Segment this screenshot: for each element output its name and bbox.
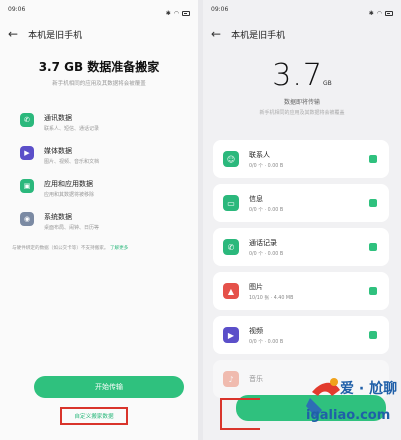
- wifi-icon: ◠: [173, 9, 179, 17]
- data-card-call-log[interactable]: ✆ 通话记录 0/0 个 · 0.00 B: [213, 228, 389, 266]
- back-arrow-icon[interactable]: ←: [8, 28, 18, 40]
- watermark-title: 爱 · 尬聊: [340, 381, 398, 397]
- checkbox[interactable]: [369, 287, 377, 295]
- card-info: 0/0 个 · 0.00 B: [249, 163, 284, 169]
- custom-transfer-link[interactable]: 自定义搬家数据: [74, 412, 113, 420]
- category-list: ✆ 通讯数据 联系人、短信、通话记录 ▶ 媒体数据 图片、视频、音乐和文档 ▣ …: [0, 113, 198, 231]
- card-info: 0/0 个 · 0.00 B: [249, 339, 284, 345]
- status-bar: 09:06 ✱ ◠: [203, 0, 401, 20]
- battery-icon: [182, 10, 190, 16]
- page-title: 本机是旧手机: [28, 30, 83, 41]
- checkbox[interactable]: [369, 155, 377, 163]
- status-bar: 09:06 ✱ ◠: [0, 0, 198, 20]
- checkbox[interactable]: [369, 243, 377, 251]
- highlight-box: [220, 398, 260, 430]
- total-size-number: 3.7: [272, 58, 323, 93]
- battery-icon: [385, 10, 393, 16]
- category-name: 媒体数据: [44, 147, 72, 155]
- status-icons: ✱ ◠: [166, 6, 190, 20]
- start-transfer-button[interactable]: 开始传输: [34, 376, 184, 398]
- phone-icon: ✆: [20, 113, 34, 127]
- category-name: 系统数据: [44, 213, 72, 221]
- app-icon: ▣: [20, 179, 34, 193]
- category-desc: 桌面布局、闹钟、日历等: [44, 225, 100, 231]
- category-desc: 图片、视频、音乐和文档: [44, 159, 100, 165]
- bluetooth-icon: ✱: [165, 9, 171, 17]
- contact-icon: ☺: [223, 151, 239, 167]
- page-header: ← 本机是旧手机: [203, 20, 401, 48]
- highlight-box: 自定义搬家数据: [60, 407, 128, 425]
- card-name: 联系人: [249, 150, 270, 159]
- checkbox[interactable]: [369, 331, 377, 339]
- card-info: 0/0 个 · 0.00 B: [249, 251, 284, 257]
- transfer-size-title: 3.7 GB 数据准备搬家: [38, 60, 160, 74]
- category-name: 应用和应用数据: [44, 180, 93, 188]
- wifi-icon: ◠: [376, 9, 382, 17]
- data-card-contacts[interactable]: ☺ 联系人 0/0 个 · 0.00 B: [213, 140, 389, 178]
- category-item-media: ▶ 媒体数据 图片、视频、音乐和文档: [20, 146, 198, 165]
- data-card-photos[interactable]: ▲ 图片 10/10 张 · 4.40 MB: [213, 272, 389, 310]
- card-info: 0/0 个 · 0.00 B: [249, 207, 284, 213]
- card-name: 音乐: [249, 375, 263, 383]
- category-name: 通讯数据: [44, 114, 72, 122]
- card-name: 信息: [249, 194, 263, 203]
- music-icon: ♪: [223, 371, 239, 387]
- message-icon: ▭: [223, 195, 239, 211]
- bluetooth-icon: ✱: [368, 9, 374, 17]
- transfer-status: 数据即将传输: [283, 99, 320, 106]
- card-info: 10/10 张 · 4.40 MB: [249, 295, 294, 301]
- photo-icon: ▲: [223, 283, 239, 299]
- card-name: 视频: [249, 326, 263, 335]
- site-watermark: 爱 · 尬聊 igaliao.com: [300, 370, 400, 434]
- hardware-note: 与硬件绑定的数据（如公交卡等）不支持搬家。 了解更多: [0, 245, 198, 251]
- category-item-communication: ✆ 通讯数据 联系人、短信、通话记录: [20, 113, 198, 132]
- old-phone-summary-screen: 09:06 ✱ ◠ ← 本机是旧手机 3.7 GB 数据准备搬家 新手机相同的应…: [0, 0, 198, 440]
- phone-icon: ✆: [223, 239, 239, 255]
- size-unit: GB: [322, 80, 332, 87]
- page-title: 本机是旧手机: [231, 30, 286, 41]
- system-icon: ◉: [20, 212, 34, 226]
- learn-more-link[interactable]: 了解更多: [110, 246, 128, 251]
- play-icon: ▶: [223, 327, 239, 343]
- status-time: 09:06: [211, 6, 229, 13]
- data-type-list: ☺ 联系人 0/0 个 · 0.00 B ▭ 信息 0/0 个 · 0.00 B…: [213, 140, 389, 404]
- data-card-videos[interactable]: ▶ 视频 0/0 个 · 0.00 B: [213, 316, 389, 354]
- overwrite-warning: 新手机相同的应用及其数据将会被覆盖: [52, 81, 146, 87]
- status-icons: ✱ ◠: [369, 6, 393, 20]
- category-desc: 应用和其数据将被移除: [44, 192, 95, 198]
- watermark-url: igaliao.com: [306, 408, 391, 423]
- status-time: 09:06: [8, 6, 26, 13]
- note-text: 与硬件绑定的数据（如公交卡等）不支持搬家。: [12, 246, 109, 251]
- category-desc: 联系人、短信、通话记录: [44, 126, 100, 132]
- card-name: 图片: [249, 282, 263, 291]
- back-arrow-icon[interactable]: ←: [211, 28, 221, 40]
- play-icon: ▶: [20, 146, 34, 160]
- category-item-apps: ▣ 应用和应用数据 应用和其数据将被移除: [20, 179, 198, 198]
- page-header: ← 本机是旧手机: [0, 20, 198, 48]
- card-name: 通话记录: [249, 238, 277, 247]
- data-card-messages[interactable]: ▭ 信息 0/0 个 · 0.00 B: [213, 184, 389, 222]
- checkbox[interactable]: [369, 199, 377, 207]
- overwrite-warning: 新手机相同的应用及其数据将会被覆盖: [259, 110, 345, 116]
- category-item-system: ◉ 系统数据 桌面布局、闹钟、日历等: [20, 212, 198, 231]
